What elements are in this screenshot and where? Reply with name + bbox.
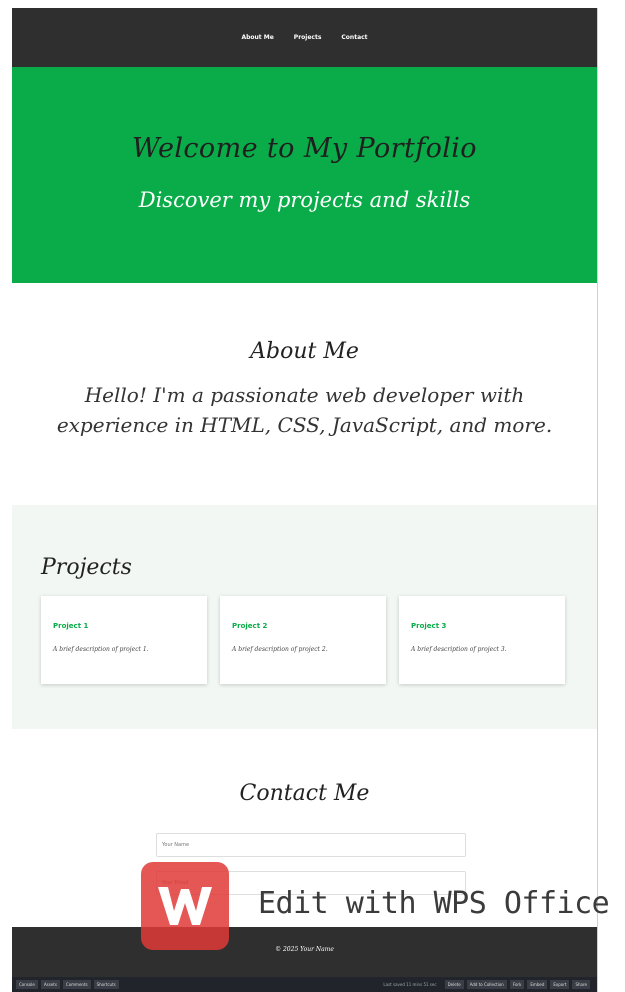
assets-button[interactable]: Assets: [40, 980, 60, 989]
fork-button[interactable]: Fork: [509, 980, 525, 989]
project-description: A brief description of project 3.: [411, 646, 507, 653]
export-button[interactable]: Export: [550, 980, 570, 989]
about-section: About Me Hello! I'm a passionate web dev…: [12, 283, 597, 505]
nav-link-projects[interactable]: Projects: [294, 34, 322, 41]
preview-divider: [597, 8, 598, 992]
wps-w-glyph-icon: [158, 887, 212, 925]
wps-watermark-text[interactable]: Edit with WPS Office: [258, 886, 610, 921]
contact-heading: Contact Me: [239, 781, 370, 806]
project-card[interactable]: Project 2 A brief description of project…: [220, 596, 386, 684]
portfolio-page: About Me Projects Contact Welcome to My …: [12, 8, 597, 992]
comments-button[interactable]: Comments: [62, 980, 91, 989]
share-button[interactable]: Share: [572, 980, 590, 989]
footer-text: © 2025 Your Name: [275, 946, 334, 953]
nav-link-about[interactable]: About Me: [241, 34, 273, 41]
wps-logo-icon[interactable]: [141, 862, 229, 950]
editor-bottom-bar: Console Assets Comments Shortcuts Last s…: [12, 977, 597, 992]
delete-button[interactable]: Delete: [444, 980, 464, 989]
last-saved-status: Last saved 11 mins 51 sec: [383, 982, 437, 987]
project-card[interactable]: Project 3 A brief description of project…: [399, 596, 565, 684]
project-title: Project 1: [53, 622, 89, 630]
project-description: A brief description of project 1.: [53, 646, 149, 653]
project-title: Project 2: [232, 622, 268, 630]
hero-subtitle: Discover my projects and skills: [138, 188, 471, 212]
projects-heading: Projects: [41, 555, 132, 580]
console-button[interactable]: Console: [16, 980, 38, 989]
about-text: Hello! I'm a passionate web developer wi…: [56, 383, 553, 437]
name-input[interactable]: [156, 833, 466, 857]
project-card[interactable]: Project 1 A brief description of project…: [41, 596, 207, 684]
projects-section: Projects Project 1 A brief description o…: [12, 505, 597, 729]
add-to-collection-button[interactable]: Add to Collection: [466, 980, 507, 989]
project-cards: Project 1 A brief description of project…: [41, 596, 568, 684]
nav-link-contact[interactable]: Contact: [341, 34, 367, 41]
about-heading: About Me: [250, 339, 359, 364]
navbar: About Me Projects Contact: [12, 8, 597, 67]
footer: © 2025 Your Name: [12, 927, 597, 979]
hero-title: Welcome to My Portfolio: [132, 133, 477, 164]
embed-button[interactable]: Embed: [527, 980, 548, 989]
project-title: Project 3: [411, 622, 447, 630]
shortcuts-button[interactable]: Shortcuts: [93, 980, 119, 989]
project-description: A brief description of project 2.: [232, 646, 328, 653]
hero-section: Welcome to My Portfolio Discover my proj…: [12, 67, 597, 283]
